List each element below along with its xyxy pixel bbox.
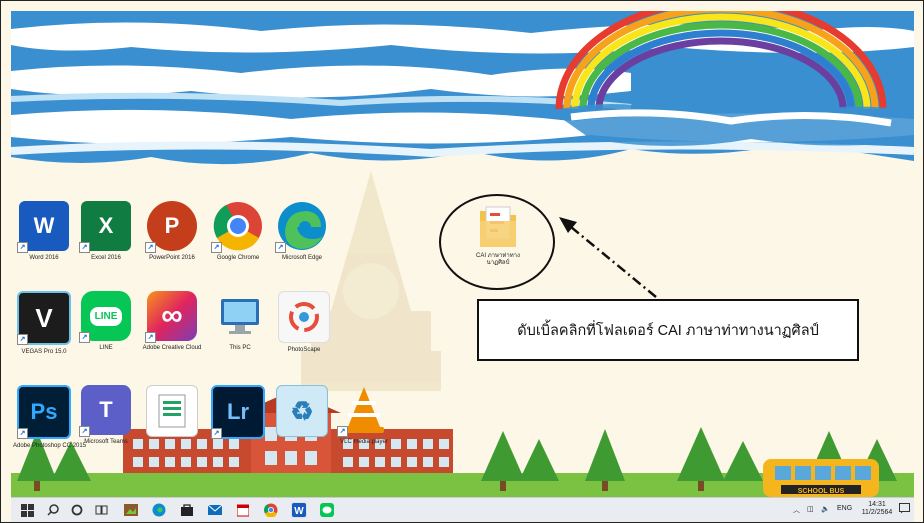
desktop-icon-chrome[interactable]: ↗ Google Chrome <box>207 201 269 262</box>
desktop-icon-label: Google Chrome <box>216 255 260 261</box>
desktop-icon-label: Adobe Creative Cloud <box>142 345 202 351</box>
network-icon[interactable]: ◫ <box>807 505 814 513</box>
this-pc-icon <box>215 291 265 341</box>
desktop-icon-label: LINE <box>99 345 113 351</box>
cortana-icon[interactable] <box>69 502 85 518</box>
desktop-icon-this-pc[interactable]: This PC <box>209 291 271 352</box>
task-view-icon[interactable] <box>93 502 109 518</box>
line-taskbar-icon[interactable] <box>319 502 335 518</box>
photos-icon[interactable] <box>123 502 139 518</box>
desktop-icon-excel[interactable]: X ↗ Excel 2016 <box>75 201 137 262</box>
instruction-callout: ดับเบิ้ลคลิกที่โฟลเดอร์ CAI ภาษาท่าทางนา… <box>477 299 859 361</box>
desktop-icon-powerpoint[interactable]: P ↗ PowerPoint 2016 <box>141 201 203 262</box>
desktop-icon-label: PhotoScape <box>287 347 321 353</box>
taskbar: W ︿ ◫ 🔈 ENG 14:31 11/2/2564 <box>11 497 914 522</box>
desktop-icon-label: VEGAS Pro 15.0 <box>21 349 67 355</box>
clock[interactable]: 14:31 11/2/2564 <box>859 501 895 517</box>
language-indicator[interactable]: ENG <box>837 505 852 512</box>
bus-label: SCHOOL BUS <box>798 488 845 495</box>
desktop-icon-label: Excel 2016 <box>91 255 121 261</box>
screenshot-frame: SCHOOL BUS W ↗ Word 2016 X ↗ Excel 2016 P ↗… <box>0 0 924 523</box>
svg-text:W: W <box>294 506 304 517</box>
word-taskbar-icon[interactable]: W <box>291 502 307 518</box>
calendar-icon[interactable] <box>235 502 251 518</box>
desktop-icon-recycle-bin[interactable]: ♻ <box>271 385 333 441</box>
vlc-icon: ↗ <box>337 385 389 437</box>
start-icon[interactable] <box>19 502 35 518</box>
instruction-text: ดับเบิ้ลคลิกที่โฟลเดอร์ CAI ภาษาท่าทางนา… <box>517 322 819 339</box>
desktop-icon-label: Microsoft Teams <box>84 439 128 445</box>
desktop-icon-label: Word 2016 <box>29 255 59 261</box>
spreadsheet-file-icon <box>146 385 198 437</box>
edge-icon: ↗ <box>275 201 327 253</box>
desktop-icon-word[interactable]: W ↗ Word 2016 <box>13 201 75 262</box>
desktop-icon-edge[interactable]: ↗ Microsoft Edge <box>271 201 333 262</box>
photoscape-icon <box>278 291 330 343</box>
desktop-icon-photoscape[interactable]: PhotoScape <box>273 291 335 354</box>
desktop-icon-creative-cloud[interactable]: ∞ ↗ Adobe Creative Cloud <box>141 291 203 352</box>
creative-cloud-icon: ∞ ↗ <box>145 291 197 343</box>
folder-label: CAI ภาษาท่าทางนาฏศิลป์ <box>476 253 520 266</box>
vegas-icon: V ↗ <box>17 291 71 345</box>
desktop-icon-label: This PC <box>229 345 251 351</box>
desktop-icon-label: Adobe Photoshop CC 2015 <box>13 443 87 449</box>
desktop-icon-teams[interactable]: T ↗ Microsoft Teams <box>75 385 137 446</box>
notifications-icon[interactable] <box>899 503 910 516</box>
store-icon[interactable] <box>179 502 195 518</box>
clock-date: 11/2/2564 <box>861 509 893 516</box>
desktop-icon-vlc[interactable]: ↗ VLC media player <box>333 385 395 446</box>
chevron-up-icon[interactable]: ︿ <box>793 505 800 515</box>
desktop-icon-cai-folder[interactable]: CAI ภาษาท่าทางนาฏศิลป์ <box>466 203 530 267</box>
photoshop-icon: Ps ↗ <box>17 385 71 439</box>
desktop-icon-label: Microsoft Edge <box>281 255 323 261</box>
recycle-bin-icon: ♻ <box>276 385 328 437</box>
desktop-icon-lightroom[interactable]: Lr ↗ <box>207 385 269 443</box>
chrome-icon: ↗ <box>211 201 263 253</box>
mail-icon[interactable] <box>207 502 223 518</box>
volume-icon[interactable]: 🔈 <box>821 505 830 513</box>
line-icon: LINE ↗ <box>79 291 131 343</box>
desktop-icon-vegas[interactable]: V ↗ VEGAS Pro 15.0 <box>13 291 75 356</box>
edge-taskbar-icon[interactable] <box>151 502 167 518</box>
desktop-icon-label: PowerPoint 2016 <box>149 255 195 261</box>
word-icon: W ↗ <box>17 201 69 253</box>
desktop: SCHOOL BUS W ↗ Word 2016 X ↗ Excel 2016 P ↗… <box>11 11 914 497</box>
search-icon[interactable] <box>45 502 61 518</box>
lightroom-icon: Lr ↗ <box>211 385 265 439</box>
excel-icon: X ↗ <box>79 201 131 253</box>
desktop-icon-line[interactable]: LINE ↗ LINE <box>75 291 137 352</box>
clock-time: 14:31 <box>868 501 886 508</box>
powerpoint-icon: P ↗ <box>145 201 197 253</box>
desktop-icon-photoshop[interactable]: Ps ↗ Adobe Photoshop CC 2015 <box>13 385 87 450</box>
teams-icon: T ↗ <box>79 385 131 437</box>
folder-icon <box>478 203 518 249</box>
chrome-taskbar-icon[interactable] <box>263 502 279 518</box>
desktop-icon-label: VLC media player <box>340 439 388 445</box>
desktop-icon-spreadsheet[interactable] <box>141 385 203 441</box>
